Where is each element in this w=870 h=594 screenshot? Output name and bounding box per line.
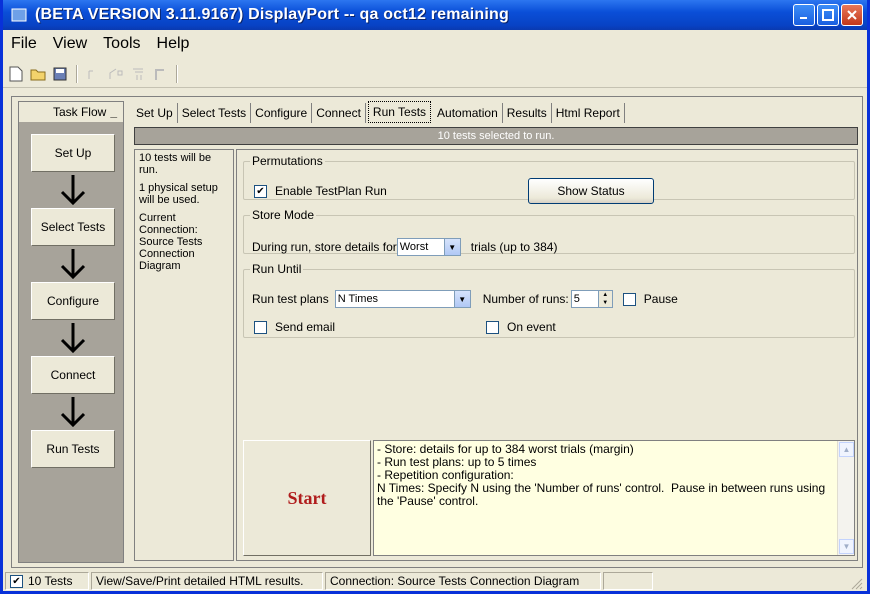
pause-checkbox[interactable] — [622, 292, 636, 306]
run-until-group: Run Until Run test plans N Times ▼ Numbe… — [243, 262, 855, 338]
info-panel: 10 tests will be run. 1 physical setup w… — [134, 149, 234, 561]
store-mode-suffix: trials (up to 384) — [470, 240, 558, 254]
menu-file[interactable]: File — [3, 35, 45, 53]
run-tests-content: Permutations ✔ Enable TestPlan Run Show … — [236, 149, 858, 561]
maximize-icon — [822, 9, 834, 21]
new-file-icon[interactable] — [7, 65, 25, 83]
info-connection: Current Connection: Source Tests Connect… — [139, 212, 203, 272]
show-status-button[interactable]: Show Status — [528, 178, 654, 204]
store-mode-select[interactable]: Worst ▼ — [396, 238, 461, 256]
status-empty-cell — [603, 572, 653, 590]
taskflow-configure-button[interactable]: Configure — [31, 282, 115, 320]
pause-label: Pause — [643, 292, 678, 306]
minimize-button[interactable] — [793, 4, 815, 26]
minimize-icon — [800, 17, 807, 19]
tab-select-tests[interactable]: Select Tests — [178, 103, 252, 123]
app-window: (BETA VERSION 3.11.9167) DisplayPort -- … — [0, 0, 870, 594]
note-line: N Times: Specify N using the 'Number of … — [377, 481, 829, 508]
arrow-down-icon — [60, 323, 86, 353]
tool-7-icon[interactable] — [151, 65, 169, 83]
run-summary-notes[interactable]: - Store: details for up to 384 worst tri… — [373, 440, 855, 556]
app-icon — [11, 8, 27, 22]
selection-banner: 10 tests selected to run. — [134, 127, 858, 145]
close-icon — [847, 10, 857, 20]
tab-strip: Set Up Select Tests Configure Connect Ru… — [132, 101, 625, 123]
tab-configure[interactable]: Configure — [251, 103, 313, 123]
menu-view[interactable]: View — [45, 35, 95, 53]
toolbar-separator — [76, 64, 78, 83]
number-of-runs-value: 5 — [573, 293, 580, 305]
number-of-runs-label: Number of runs: — [482, 292, 569, 306]
status-connection: Connection: Source Tests Connection Diag… — [325, 572, 601, 590]
close-button[interactable] — [841, 4, 863, 26]
taskflow-select-tests-button[interactable]: Select Tests — [31, 208, 115, 246]
task-flow-panel: Task Flow _ Set Up Select Tests Configur… — [18, 101, 124, 563]
window-title: (BETA VERSION 3.11.9167) DisplayPort -- … — [35, 6, 509, 23]
on-event-checkbox[interactable] — [486, 320, 499, 334]
tool-5-icon[interactable] — [107, 65, 125, 83]
task-flow-minimize-button[interactable]: _ — [110, 105, 117, 119]
status-hint: View/Save/Print detailed HTML results. — [91, 572, 323, 590]
enable-testplan-checkbox[interactable]: ✔ — [254, 184, 267, 198]
info-tests-count: 10 tests will be run. — [139, 152, 212, 176]
tab-run-tests[interactable]: Run Tests — [367, 101, 432, 123]
main-panel: Task Flow _ Set Up Select Tests Configur… — [11, 96, 863, 568]
taskflow-setup-button[interactable]: Set Up — [31, 134, 115, 172]
tab-html-report[interactable]: Html Report — [552, 103, 625, 123]
arrow-down-icon — [60, 249, 86, 279]
task-flow-title: Task Flow — [52, 105, 107, 119]
notes-scrollbar[interactable]: ▲ ▼ — [837, 441, 854, 555]
menu-bar: File View Tools Help — [3, 30, 867, 58]
status-bar: ✔ 10 Tests View/Save/Print detailed HTML… — [3, 570, 867, 592]
resize-grip-icon[interactable] — [849, 576, 863, 590]
tab-set-up[interactable]: Set Up — [132, 103, 178, 123]
taskflow-run-tests-button[interactable]: Run Tests — [31, 430, 115, 468]
scroll-up-icon[interactable]: ▲ — [839, 442, 854, 457]
run-test-plans-label: Run test plans — [252, 292, 329, 306]
status-tests: 10 Tests — [28, 574, 73, 588]
run-test-plans-value: N Times — [337, 293, 379, 305]
store-mode-group: Store Mode During run, store details for… — [243, 208, 855, 256]
save-icon[interactable] — [51, 65, 69, 83]
chevron-down-icon: ▼ — [443, 239, 460, 255]
permutations-group: Permutations ✔ Enable TestPlan Run Show … — [243, 154, 855, 204]
title-bar[interactable]: (BETA VERSION 3.11.9167) DisplayPort -- … — [3, 0, 867, 30]
tool-6-icon[interactable] — [129, 65, 147, 83]
task-flow-header: Task Flow _ — [19, 102, 123, 122]
tests-checkbox[interactable]: ✔ — [10, 574, 23, 588]
store-mode-value: Worst — [399, 241, 429, 253]
tool-4-icon[interactable] — [85, 65, 103, 83]
arrow-down-icon — [60, 175, 86, 205]
tab-automation[interactable]: Automation — [433, 103, 503, 123]
maximize-button[interactable] — [817, 4, 839, 26]
send-email-checkbox[interactable] — [254, 320, 267, 334]
status-tests-cell: ✔ 10 Tests — [5, 572, 89, 590]
toolbar — [3, 60, 867, 88]
taskflow-connect-button[interactable]: Connect — [31, 356, 115, 394]
start-button[interactable]: Start — [243, 440, 371, 556]
run-until-legend: Run Until — [252, 262, 302, 276]
open-folder-icon[interactable] — [29, 65, 47, 83]
permutations-legend: Permutations — [252, 154, 323, 168]
store-mode-legend: Store Mode — [252, 208, 315, 222]
enable-testplan-label: Enable TestPlan Run — [275, 184, 387, 198]
toolbar-separator — [176, 64, 178, 83]
tab-results[interactable]: Results — [503, 103, 552, 123]
tab-connect[interactable]: Connect — [312, 103, 366, 123]
run-test-plans-select[interactable]: N Times ▼ — [334, 290, 471, 308]
chevron-down-icon: ▼ — [453, 291, 470, 307]
info-physical-setup: 1 physical setup will be used. — [139, 182, 218, 206]
on-event-label: On event — [507, 320, 556, 334]
arrow-down-icon — [60, 397, 86, 427]
number-of-runs-stepper[interactable]: 5 ▲ ▼ — [570, 290, 613, 308]
spinner-arrows-icon[interactable]: ▲ ▼ — [597, 291, 612, 307]
menu-help[interactable]: Help — [149, 35, 198, 53]
store-mode-prefix: During run, store details for — [252, 240, 397, 254]
send-email-label: Send email — [275, 320, 336, 334]
scroll-down-icon[interactable]: ▼ — [839, 539, 854, 554]
menu-tools[interactable]: Tools — [95, 35, 148, 53]
